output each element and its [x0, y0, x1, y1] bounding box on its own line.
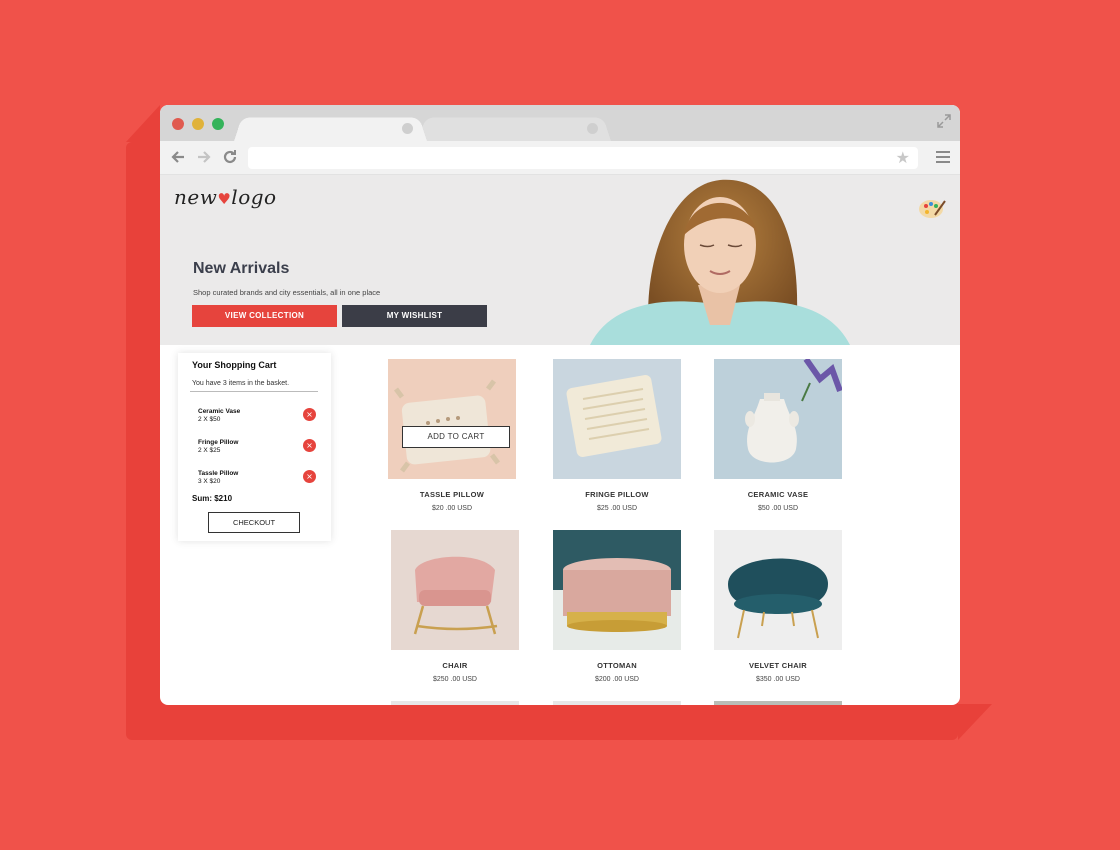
- title-bar: [160, 105, 960, 142]
- product-card[interactable]: CERAMIC VASE $50 .00 USD: [714, 359, 842, 512]
- browser-tab-2[interactable]: [417, 117, 612, 142]
- hero-subtitle: Shop curated brands and city essentials,…: [193, 288, 381, 297]
- product-price: $250 .00 USD: [433, 676, 477, 683]
- close-icon[interactable]: ×: [303, 408, 316, 421]
- product-image[interactable]: ADD TO CART: [388, 359, 516, 479]
- product-card[interactable]: ADD TO CART TASSLE PILLOW $20 .00 USD: [388, 359, 516, 512]
- minimize-window-button[interactable]: [192, 118, 204, 130]
- hero-title: New Arrivals: [193, 260, 290, 277]
- palette-icon[interactable]: [918, 197, 946, 219]
- close-icon[interactable]: ×: [303, 470, 316, 483]
- heart-icon: ♥: [217, 190, 232, 208]
- cart-count: You have 3 items in the basket.: [192, 380, 290, 387]
- star-icon[interactable]: ★: [896, 148, 910, 168]
- product-card[interactable]: OTTOMAN $200 .00 USD: [553, 530, 681, 683]
- product-price: $200 .00 USD: [595, 676, 639, 683]
- my-wishlist-button[interactable]: MY WISHLIST: [342, 305, 487, 327]
- product-name[interactable]: TASSLE PILLOW: [388, 490, 516, 499]
- product-name[interactable]: CHAIR: [391, 661, 519, 670]
- tab-close-icon[interactable]: [402, 123, 413, 134]
- hero-banner: new♥logo New Arrivals Shop curated brand…: [160, 175, 960, 345]
- divider: [190, 391, 318, 392]
- product-name[interactable]: VELVET CHAIR: [714, 661, 842, 670]
- product-name[interactable]: CERAMIC VASE: [714, 490, 842, 499]
- cart-title: Your Shopping Cart: [192, 360, 277, 370]
- product-image: [714, 701, 842, 705]
- product-price: $50 .00 USD: [757, 505, 799, 512]
- cart-item: Tassle Pillow 3 X $20: [198, 470, 239, 485]
- close-window-button[interactable]: [172, 118, 184, 130]
- product-image[interactable]: [553, 359, 681, 479]
- product-card[interactable]: CHAIR $250 .00 USD: [391, 530, 519, 683]
- view-collection-button[interactable]: VIEW COLLECTION: [192, 305, 337, 327]
- browser-toolbar: ★: [160, 141, 960, 175]
- hero-model-image: [590, 179, 850, 345]
- product-card[interactable]: VELVET CHAIR $350 .00 USD: [714, 530, 842, 683]
- product-image: [553, 701, 681, 705]
- cart-item: Ceramic Vase 2 X $50: [198, 408, 241, 423]
- browser-window: ★ new♥logo New Arrivals Shop curated bra…: [160, 105, 960, 705]
- back-arrow-icon[interactable]: [168, 148, 188, 168]
- site-logo[interactable]: new♥logo: [174, 185, 277, 209]
- product-price: $20 .00 USD: [431, 505, 473, 512]
- forward-arrow-icon[interactable]: [194, 148, 214, 168]
- product-image[interactable]: [714, 359, 842, 479]
- shopping-cart-panel: Your Shopping Cart You have 3 items in t…: [178, 353, 331, 541]
- product-name[interactable]: FRINGE PILLOW: [553, 490, 681, 499]
- hamburger-menu-icon[interactable]: [936, 151, 950, 166]
- product-image[interactable]: [553, 530, 681, 650]
- product-image[interactable]: [714, 530, 842, 650]
- expand-icon[interactable]: [936, 113, 952, 129]
- cart-item: Fringe Pillow 2 X $25: [198, 439, 239, 454]
- product-price: $25 .00 USD: [596, 505, 638, 512]
- maximize-window-button[interactable]: [212, 118, 224, 130]
- cart-sum: Sum: $210: [192, 494, 233, 503]
- address-bar[interactable]: ★: [248, 147, 918, 169]
- browser-tab-1[interactable]: [233, 117, 428, 142]
- close-icon[interactable]: ×: [303, 439, 316, 452]
- add-to-cart-button[interactable]: ADD TO CART: [402, 426, 510, 448]
- product-image: [391, 701, 519, 705]
- checkout-button[interactable]: CHECKOUT: [208, 512, 300, 533]
- reload-icon[interactable]: [220, 148, 240, 168]
- product-name[interactable]: OTTOMAN: [553, 661, 681, 670]
- product-card[interactable]: FRINGE PILLOW $25 .00 USD: [553, 359, 681, 512]
- product-price: $350 .00 USD: [756, 676, 800, 683]
- tab-close-icon[interactable]: [587, 123, 598, 134]
- product-image[interactable]: [391, 530, 519, 650]
